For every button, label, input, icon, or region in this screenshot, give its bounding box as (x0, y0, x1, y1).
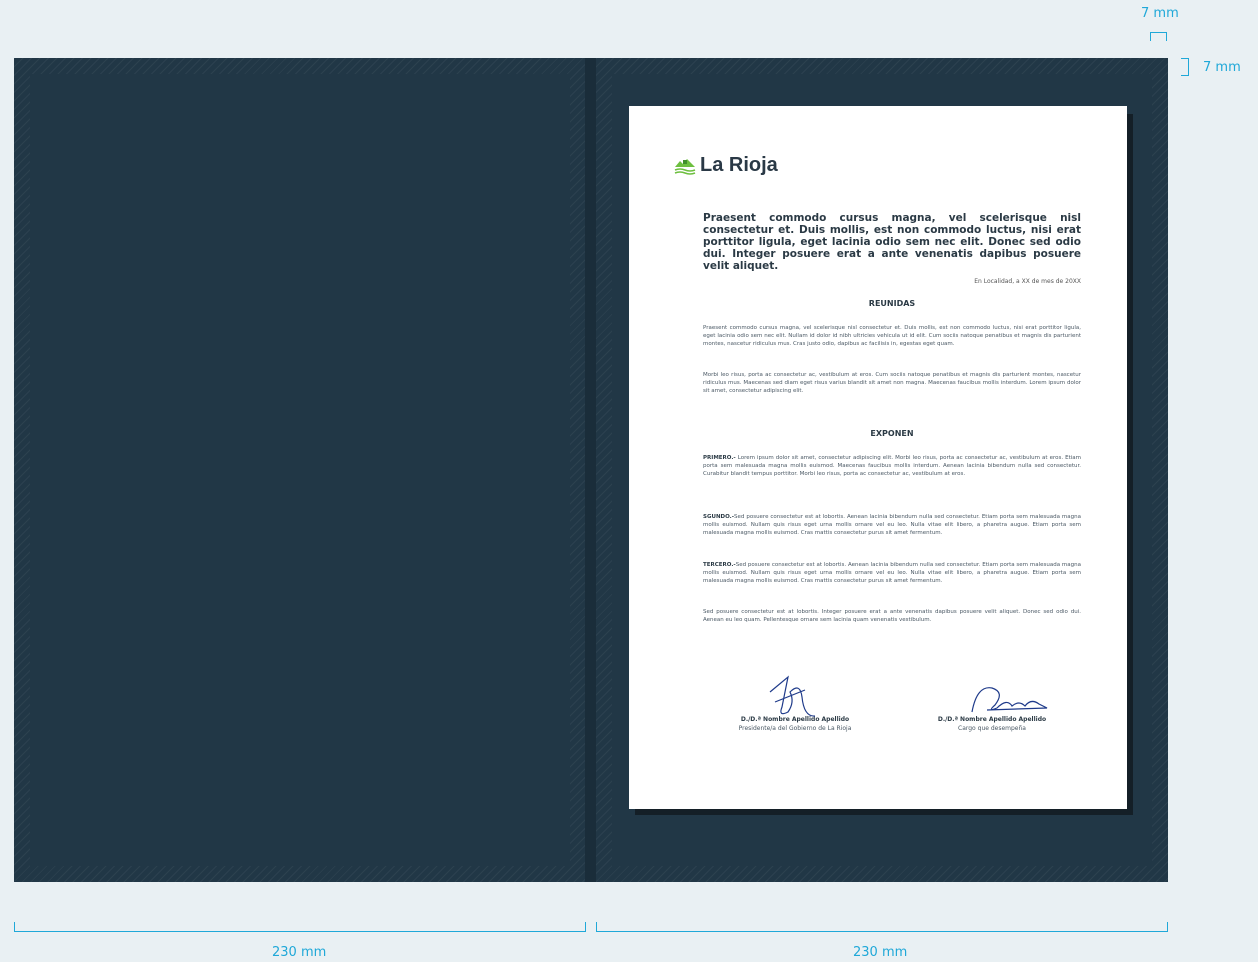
top-height-bracket-top (1181, 58, 1189, 59)
letter-sheet: La Rioja Praesent commodo cursus magna, … (629, 106, 1127, 809)
primero-paragraph: PRIMERO.- Lorem ipsum dolor sit amet, co… (703, 454, 1081, 479)
reunidas-paragraph-2: Morbi leo risus, porta ac consectetur ac… (703, 372, 1081, 395)
la-rioja-logo: La Rioja (674, 154, 778, 177)
left-cover-inner (30, 74, 570, 866)
signature-block-left: D./D.ª Nombre Apellido Apellido Presiden… (705, 675, 885, 732)
tercero-paragraph: TERCERO.-Sed posuere consectetur est at … (703, 561, 1081, 586)
signature-right-scribble (971, 687, 1048, 713)
segundo-label: SGUNDO.- (703, 514, 735, 520)
folder-spine (585, 58, 596, 882)
right-panel-dim-line (596, 931, 1168, 932)
tercero-label: TERCERO.- (703, 562, 736, 568)
left-panel-dim-line (14, 931, 586, 932)
signature-left-scribble (769, 675, 816, 717)
right-panel-dim-tick-l (596, 922, 597, 932)
logo-text: La Rioja (700, 154, 778, 176)
tercero-text: Sed posuere consectetur est at lobortis.… (703, 562, 1081, 585)
segundo-text: Sed posuere consectetur est at lobortis.… (703, 514, 1081, 537)
left-panel-dim-tick-l (14, 922, 15, 932)
document-headline: Praesent commodo cursus magna, vel scele… (703, 212, 1081, 272)
top-height-bracket-bottom (1181, 75, 1189, 76)
date-line: En Localidad, a XX de mes de 20XX (974, 278, 1081, 285)
top-width-bracket-left (1150, 32, 1151, 41)
segundo-paragraph: SGUNDO.-Sed posuere consectetur est at l… (703, 513, 1081, 538)
la-rioja-mountain-icon (674, 158, 696, 175)
primero-label: PRIMERO.- (703, 455, 736, 461)
top-width-bracket-right (1166, 32, 1167, 41)
right-panel-dim-label: 230 mm (853, 945, 908, 960)
top-width-label: 7 mm (1141, 6, 1179, 21)
left-panel-dim-tick-r (585, 922, 586, 932)
signature-right-role: Cargo que desempeña (958, 725, 1026, 732)
signature-block-right: D./D.ª Nombre Apellido Apellido Cargo qu… (902, 687, 1082, 732)
top-width-bracket (1150, 32, 1167, 33)
left-cover-panel (14, 58, 586, 882)
section-title-exponen: EXPONEN (870, 429, 914, 438)
top-height-label: 7 mm (1203, 60, 1241, 75)
closing-paragraph: Sed posuere consectetur est at lobortis.… (703, 609, 1081, 624)
reunidas-paragraph-1: Praesent commodo cursus magna, vel scele… (703, 325, 1081, 348)
left-panel-dim-label: 230 mm (272, 945, 327, 960)
signature-left-role: Presidente/a del Gobierno de La Rioja (738, 725, 852, 732)
primero-text: Lorem ipsum dolor sit amet, consectetur … (703, 455, 1081, 478)
section-title-reunidas: REUNIDAS (868, 299, 916, 308)
top-height-bracket (1188, 58, 1189, 76)
right-panel-dim-tick-r (1167, 922, 1168, 932)
